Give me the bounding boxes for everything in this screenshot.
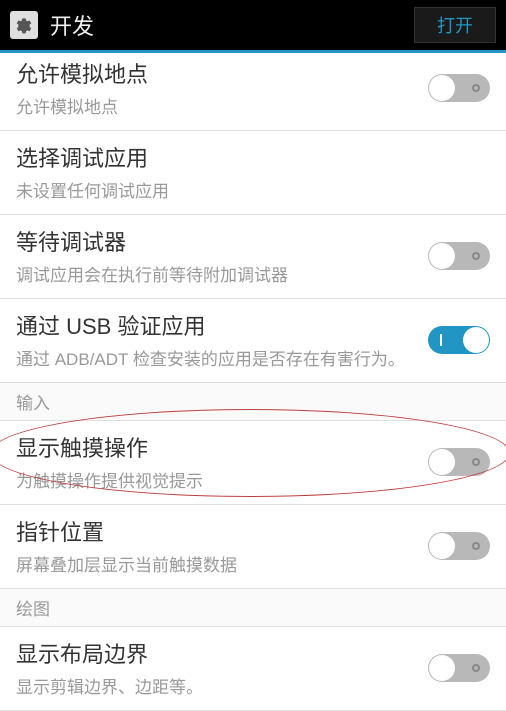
setting-title: 通过 USB 验证应用 [16,309,428,341]
setting-subtitle: 为触摸操作提供视觉提示 [16,467,428,492]
setting-show-touches[interactable]: 显示触摸操作 为触摸操作提供视觉提示 [0,421,506,505]
setting-pointer-location[interactable]: 指针位置 屏幕叠加层显示当前触摸数据 [0,505,506,589]
toggle-show-touches[interactable] [428,448,490,476]
toggle-wait-debugger[interactable] [428,242,490,270]
setting-title: 允许模拟地点 [16,57,428,89]
setting-subtitle: 允许模拟地点 [16,93,428,118]
setting-wait-debugger[interactable]: 等待调试器 调试应用会在执行前等待附加调试器 [0,215,506,299]
setting-usb-verify[interactable]: 通过 USB 验证应用 通过 ADB/ADT 检查安装的应用是否存在有害行为。 [0,299,506,383]
setting-subtitle: 未设置任何调试应用 [16,177,490,202]
setting-subtitle: 显示剪辑边界、边距等。 [16,673,428,698]
setting-layout-bounds[interactable]: 显示布局边界 显示剪辑边界、边距等。 [0,627,506,711]
setting-subtitle: 调试应用会在执行前等待附加调试器 [16,261,428,286]
open-button[interactable]: 打开 [414,7,496,43]
setting-debug-app[interactable]: 选择调试应用 未设置任何调试应用 [0,131,506,215]
setting-title: 指针位置 [16,515,428,547]
setting-subtitle: 屏幕叠加层显示当前触摸数据 [16,551,428,576]
setting-title: 等待调试器 [16,225,428,257]
toggle-pointer-location[interactable] [428,532,490,560]
header-bar: 开发 打开 [0,0,506,50]
section-drawing: 绘图 [0,589,506,627]
setting-title: 显示触摸操作 [16,431,428,463]
setting-title: 选择调试应用 [16,141,490,173]
toggle-layout-bounds[interactable] [428,654,490,682]
page-title: 开发 [50,9,414,41]
toggle-usb-verify[interactable] [428,326,490,354]
section-input: 输入 [0,383,506,421]
setting-title: 显示布局边界 [16,637,428,669]
setting-mock-location[interactable]: 允许模拟地点 允许模拟地点 [0,53,506,131]
settings-list: 允许模拟地点 允许模拟地点 选择调试应用 未设置任何调试应用 等待调试器 调试应… [0,53,506,711]
settings-icon [10,11,38,39]
setting-subtitle: 通过 ADB/ADT 检查安装的应用是否存在有害行为。 [16,345,428,370]
toggle-mock-location[interactable] [428,74,490,102]
